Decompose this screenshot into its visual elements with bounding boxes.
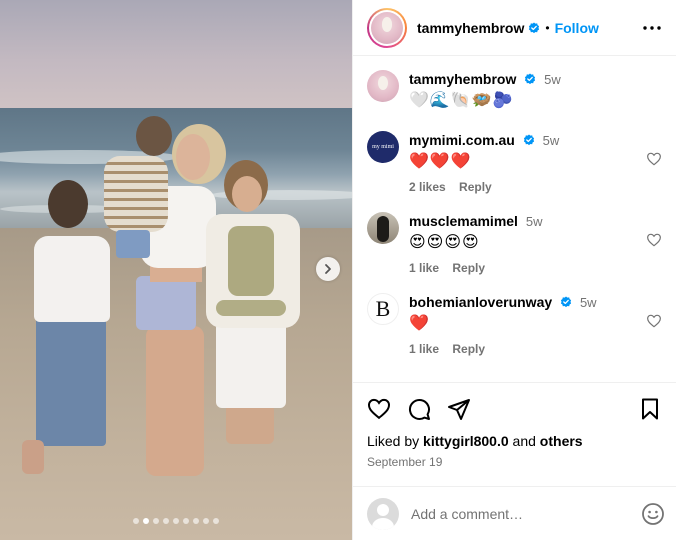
verified-badge-icon [560,296,572,308]
comment-username[interactable]: musclemamimel [409,213,518,229]
liked-by-user[interactable]: kittygirl800.0 [423,433,509,449]
liked-by-prefix: Liked by [367,433,424,449]
comment-time[interactable]: 5w [543,133,560,148]
carousel-dot [133,518,139,524]
toddler-sweater [104,156,168,232]
girl-shirt [34,236,110,322]
verified-badge-icon [529,22,540,33]
avatar-logo-text: my mimi [372,144,394,150]
caption-avatar[interactable] [367,70,399,102]
comment-button[interactable] [407,397,431,421]
carousel-indicator [0,518,352,524]
like-button[interactable] [367,397,391,421]
comment-item: B bohemianloverunway 5w ❤️ 1 like Reply [367,293,662,356]
boy-shorts [216,322,286,408]
reply-button[interactable]: Reply [452,261,485,275]
boy-shirt-print [228,226,274,296]
comment-likes[interactable]: 1 like [409,261,439,275]
toddler-head [136,116,172,156]
comment-username[interactable]: bohemianloverunway [409,294,552,310]
liked-by-text: Liked by kittygirl800.0 and others [367,433,662,449]
liked-by-and: and [508,433,540,449]
more-options-button[interactable] [640,16,664,40]
reply-button[interactable]: Reply [452,342,485,356]
comment-like-icon[interactable] [646,313,662,329]
post-image[interactable] [0,0,352,540]
carousel-dot [173,518,179,524]
comment-input[interactable] [411,505,641,522]
my-avatar [367,497,399,530]
chevron-right-icon [325,264,331,274]
comment-likes[interactable]: 1 like [409,342,439,356]
story-ring[interactable] [367,7,407,48]
carousel-dot [183,518,189,524]
girl-jeans [36,318,106,446]
share-button[interactable] [447,397,471,421]
follow-button[interactable]: Follow [555,20,599,36]
comment-text: ❤️❤️❤️ [409,153,472,170]
next-image-button[interactable] [316,257,340,281]
more-options-icon [643,25,661,30]
woman-legs [146,326,204,476]
separator-dot: • [545,20,550,35]
post-details-panel: tammyhembrow • Follow tammyhembrow 5w 🤍🌊… [352,0,676,540]
emoji-button[interactable] [641,502,665,526]
add-comment-bar [353,486,676,540]
woman-shorts [136,276,196,330]
heart-icon [367,398,391,420]
verified-badge-icon [525,73,536,85]
share-icon [448,399,470,420]
boy-shirt-print [216,300,286,316]
caption-username[interactable]: tammyhembrow [409,71,516,87]
sky [0,0,352,110]
caption-time[interactable]: 5w [544,72,561,87]
carousel-dot [193,518,199,524]
girl-leg [22,440,44,474]
comment-time[interactable]: 5w [526,214,543,229]
caption: tammyhembrow 5w 🤍🌊🐚🪺🫐 [367,70,662,111]
comment-like-icon[interactable] [646,232,662,248]
comment-likes[interactable]: 2 likes [409,180,446,194]
comment-text: 😍😍😍😍 [409,234,480,251]
comment-text: ❤️ [409,315,430,332]
carousel-dot [213,518,219,524]
carousel-dot [143,518,149,524]
caption-text: 🤍🌊🐚🪺🫐 [409,92,514,109]
bookmark-icon [642,398,658,420]
emoji-icon [642,502,664,525]
verified-badge-icon [523,134,534,146]
save-button[interactable] [638,397,662,421]
carousel-dot [163,518,169,524]
girl-head [48,180,88,228]
commenter-avatar[interactable]: B [367,293,399,325]
avatar-logo-text: B [375,296,391,321]
comment-time[interactable]: 5w [580,295,597,310]
author-avatar [371,11,403,44]
comment-icon [408,398,430,420]
author-username[interactable]: tammyhembrow [417,20,524,36]
comment-like-icon[interactable] [646,151,662,167]
carousel-dot [153,518,159,524]
boy-legs [226,404,274,444]
post-header: tammyhembrow • Follow [353,0,676,56]
carousel-dot [203,518,209,524]
boy-face [232,176,262,212]
comment-username[interactable]: mymimi.com.au [409,132,515,148]
comment-item: my mimi mymimi.com.au 5w ❤️❤️❤️ 2 likes … [367,131,662,194]
post-actions: Liked by kittygirl800.0 and others Septe… [353,382,676,486]
comments-list: tammyhembrow 5w 🤍🌊🐚🪺🫐 my mimi mymimi.com… [353,56,676,382]
woman-face [176,134,210,180]
post-date[interactable]: September 19 [367,455,662,469]
liked-by-others[interactable]: others [540,433,583,449]
toddler-shorts [116,230,150,258]
commenter-avatar[interactable] [367,212,399,244]
comment-item: musclemamimel 5w 😍😍😍😍 1 like Reply [367,212,662,275]
commenter-avatar[interactable]: my mimi [367,131,399,163]
reply-button[interactable]: Reply [459,180,492,194]
